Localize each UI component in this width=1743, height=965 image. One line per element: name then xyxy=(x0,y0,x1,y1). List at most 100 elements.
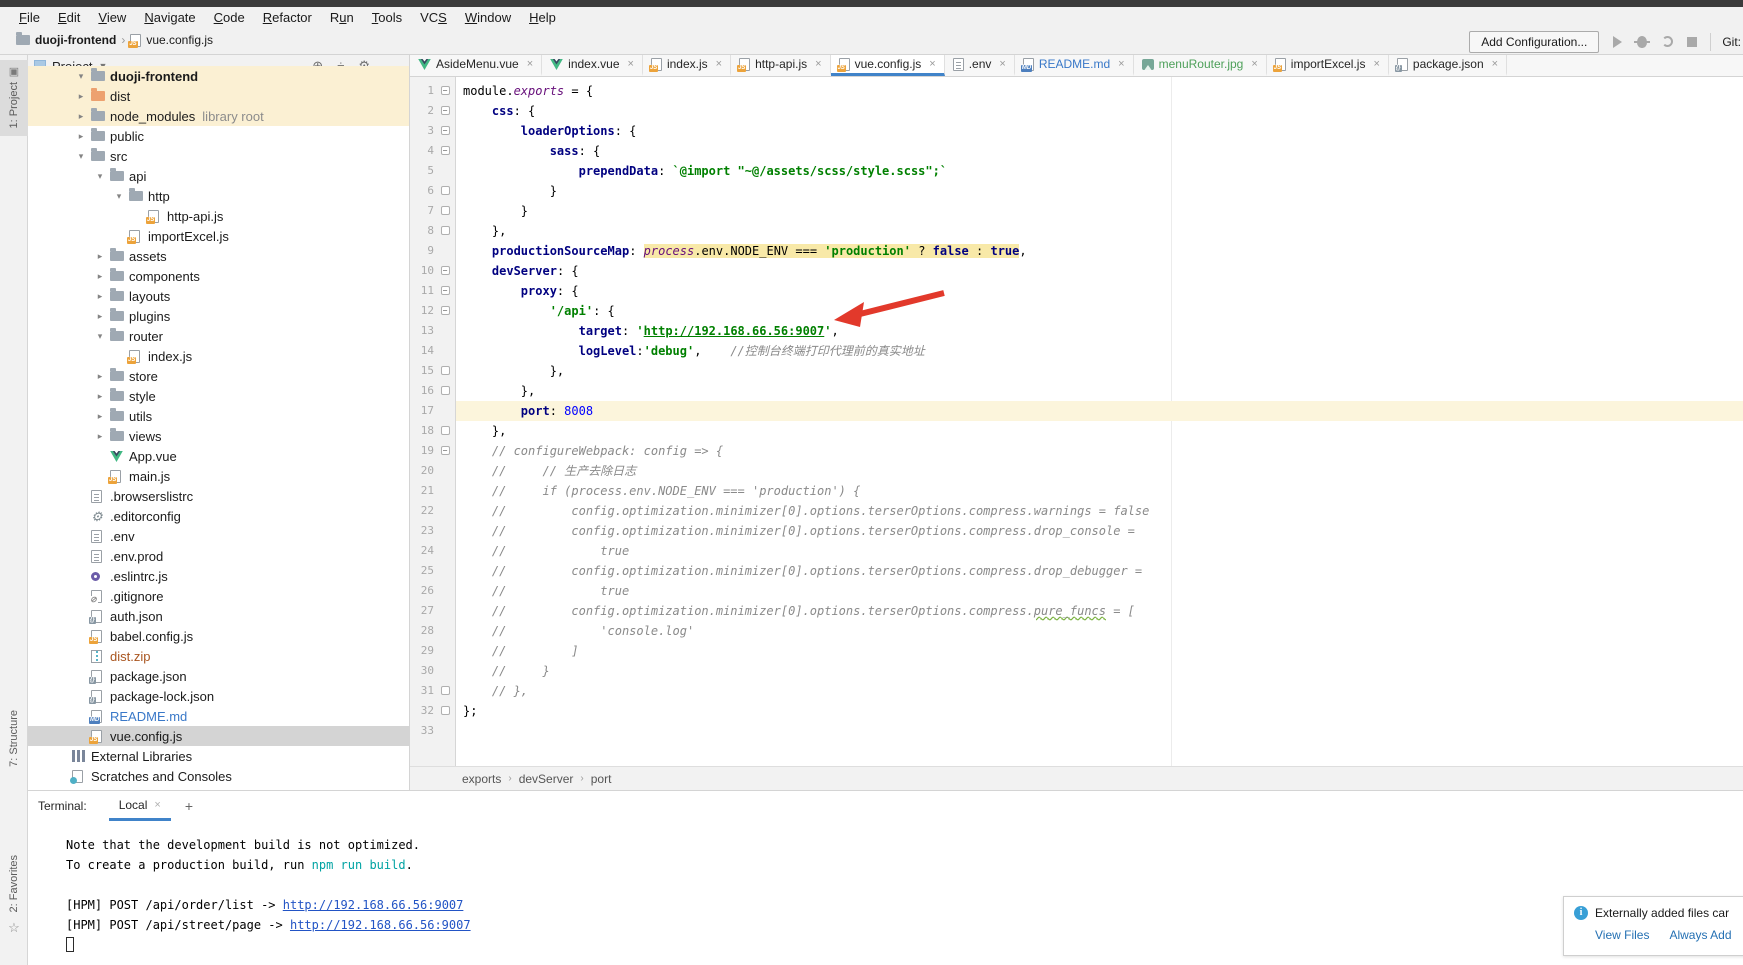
menu-item[interactable]: Code xyxy=(205,10,254,25)
tree-item-main.js[interactable]: JSmain.js xyxy=(28,466,409,486)
tree-item-components[interactable]: ▸components xyxy=(28,266,409,286)
tab-close-icon[interactable]: × xyxy=(1492,58,1498,70)
tree-item-babel.config.js[interactable]: JSbabel.config.js xyxy=(28,626,409,646)
tree-item-.env.prod[interactable]: .env.prod xyxy=(28,546,409,566)
fold-marker-icon[interactable] xyxy=(441,86,450,95)
new-terminal-session-icon[interactable]: + xyxy=(185,798,193,814)
menu-item[interactable]: Help xyxy=(520,10,565,25)
menu-item[interactable]: Window xyxy=(456,10,520,25)
fold-marker-icon[interactable] xyxy=(441,306,450,315)
tab-importExcel.js[interactable]: JSimportExcel.js× xyxy=(1267,55,1389,76)
chevron-right-icon[interactable]: ▸ xyxy=(94,371,106,382)
fold-marker-icon[interactable] xyxy=(441,146,450,155)
chevron-right-icon[interactable]: ▸ xyxy=(94,391,106,402)
chevron-right-icon[interactable]: ▸ xyxy=(94,311,106,322)
fold-marker-icon[interactable] xyxy=(441,286,450,295)
tab-close-icon[interactable]: × xyxy=(716,58,722,70)
tree-item-plugins[interactable]: ▸plugins xyxy=(28,306,409,326)
menu-item[interactable]: Tools xyxy=(363,10,411,25)
fold-marker-icon[interactable] xyxy=(441,446,450,455)
chevron-right-icon[interactable]: ▸ xyxy=(94,291,106,302)
fold-marker-icon[interactable] xyxy=(441,266,450,275)
chevron-down-icon[interactable]: ▾ xyxy=(94,171,106,182)
chevron-down-icon[interactable]: ▾ xyxy=(75,151,87,162)
tab-AsideMenu.vue[interactable]: AsideMenu.vue× xyxy=(410,55,542,76)
tree-item-assets[interactable]: ▸assets xyxy=(28,246,409,266)
menu-item[interactable]: File xyxy=(10,10,49,25)
tree-item-App.vue[interactable]: App.vue xyxy=(28,446,409,466)
menu-item[interactable]: Edit xyxy=(49,10,89,25)
tree-item-vue.config.js[interactable]: JSvue.config.js xyxy=(28,726,409,746)
tab-.env[interactable]: .env× xyxy=(945,55,1015,76)
tree-item-.eslintrc.js[interactable]: .eslintrc.js xyxy=(28,566,409,586)
tab-http-api.js[interactable]: JShttp-api.js× xyxy=(731,55,830,76)
editor-breadcrumb-exports[interactable]: exports xyxy=(462,772,501,786)
tab-close-icon[interactable]: × xyxy=(1118,58,1124,70)
menu-item[interactable]: View xyxy=(89,10,135,25)
tree-item-router[interactable]: ▾router xyxy=(28,326,409,346)
fold-marker-icon[interactable] xyxy=(441,386,450,395)
fold-marker-icon[interactable] xyxy=(441,426,450,435)
code-editor[interactable]: 1module.exports = {2 css: {3 loaderOptio… xyxy=(410,77,1743,766)
chevron-right-icon[interactable]: ▸ xyxy=(75,131,87,142)
tab-index.vue[interactable]: index.vue× xyxy=(542,55,643,76)
tree-item-.env[interactable]: .env xyxy=(28,526,409,546)
terminal-tab-local[interactable]: Local × xyxy=(109,791,171,821)
tree-item-utils[interactable]: ▸utils xyxy=(28,406,409,426)
chevron-right-icon[interactable]: ▸ xyxy=(94,431,106,442)
terminal-tab-close-icon[interactable]: × xyxy=(154,799,160,811)
tree-item-.gitignore[interactable]: ⊘.gitignore xyxy=(28,586,409,606)
notification-action-always-add[interactable]: Always Add xyxy=(1669,928,1731,942)
tree-item-layouts[interactable]: ▸layouts xyxy=(28,286,409,306)
tab-close-icon[interactable]: × xyxy=(527,58,533,70)
fold-marker-icon[interactable] xyxy=(441,686,450,695)
add-configuration-button[interactable]: Add Configuration... xyxy=(1469,31,1599,53)
tree-item-src[interactable]: ▾src xyxy=(28,146,409,166)
tree-item-dist[interactable]: ▸dist xyxy=(28,86,409,106)
chevron-right-icon[interactable]: ▸ xyxy=(75,91,87,102)
fold-marker-icon[interactable] xyxy=(441,106,450,115)
fold-marker-icon[interactable] xyxy=(441,206,450,215)
tree-item-README.md[interactable]: MDREADME.md xyxy=(28,706,409,726)
tab-package.json[interactable]: {}package.json× xyxy=(1389,55,1507,76)
tab-menuRouter.jpg[interactable]: menuRouter.jpg× xyxy=(1134,55,1267,76)
breadcrumb-file[interactable]: vue.config.js xyxy=(146,33,213,47)
terminal-link[interactable]: http://192.168.66.56:9007 xyxy=(290,918,471,932)
tree-item-.editorconfig[interactable]: ⚙.editorconfig xyxy=(28,506,409,526)
tab-index.js[interactable]: JSindex.js× xyxy=(643,55,731,76)
tree-item-package-lock.json[interactable]: {}package-lock.json xyxy=(28,686,409,706)
chevron-right-icon[interactable]: ▸ xyxy=(94,411,106,422)
tree-item-public[interactable]: ▸public xyxy=(28,126,409,146)
run-icon[interactable] xyxy=(1610,35,1624,49)
tree-item-importExcel.js[interactable]: JSimportExcel.js xyxy=(28,226,409,246)
tab-close-icon[interactable]: × xyxy=(1251,58,1257,70)
chevron-right-icon[interactable]: ▸ xyxy=(75,111,87,122)
tree-item-style[interactable]: ▸style xyxy=(28,386,409,406)
tree-item-package.json[interactable]: {}package.json xyxy=(28,666,409,686)
tree-item-auth.json[interactable]: {}auth.json xyxy=(28,606,409,626)
fold-marker-icon[interactable] xyxy=(441,186,450,195)
tree-item-views[interactable]: ▸views xyxy=(28,426,409,446)
chevron-down-icon[interactable]: ▾ xyxy=(113,191,125,202)
tool-window-button-structure[interactable]: 7: Structure xyxy=(0,710,28,767)
tab-vue.config.js[interactable]: JSvue.config.js× xyxy=(831,55,945,76)
tab-README.md[interactable]: MDREADME.md× xyxy=(1015,55,1134,76)
fold-marker-icon[interactable] xyxy=(441,126,450,135)
chevron-right-icon[interactable]: ▸ xyxy=(94,271,106,282)
menu-item[interactable]: Run xyxy=(321,10,363,25)
terminal-output[interactable]: Note that the development build is not o… xyxy=(28,821,1743,955)
tree-item-store[interactable]: ▸store xyxy=(28,366,409,386)
chevron-down-icon[interactable]: ▾ xyxy=(94,331,106,342)
tab-close-icon[interactable]: × xyxy=(1373,58,1379,70)
menu-item[interactable]: Navigate xyxy=(135,10,204,25)
breadcrumb-project[interactable]: duoji-frontend xyxy=(35,33,116,47)
debug-icon[interactable] xyxy=(1635,35,1649,49)
tab-close-icon[interactable]: × xyxy=(999,58,1005,70)
tree-item-node_modules[interactable]: ▸node_moduleslibrary root xyxy=(28,106,409,126)
tree-item-http[interactable]: ▾http xyxy=(28,186,409,206)
fold-marker-icon[interactable] xyxy=(441,706,450,715)
tree-item-api[interactable]: ▾api xyxy=(28,166,409,186)
tab-close-icon[interactable]: × xyxy=(929,58,935,70)
tree-item-index.js[interactable]: JSindex.js xyxy=(28,346,409,366)
git-branch-widget[interactable]: Git: xyxy=(1722,35,1741,49)
